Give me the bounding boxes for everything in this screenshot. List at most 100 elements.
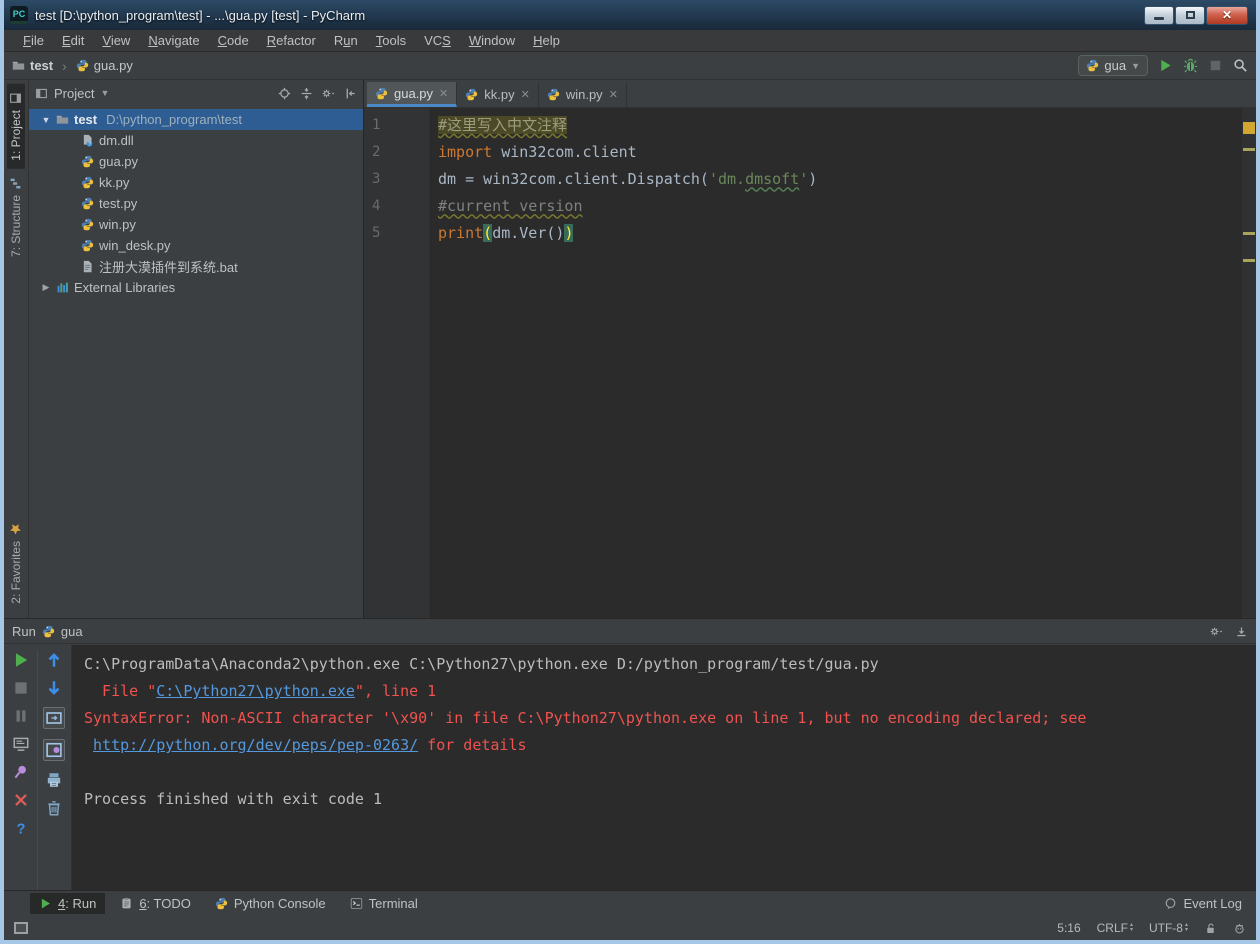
hide-panel-icon[interactable] [1235,625,1248,638]
help-button[interactable]: ? [12,819,30,837]
maximize-button[interactable] [1175,6,1205,25]
tree-file-row[interactable]: ?dm.dll [29,130,363,151]
editor-tab-kk.py[interactable]: kk.py✕ [457,82,539,107]
console-link[interactable]: C:\Python27\python.exe [156,682,355,700]
breadcrumb-item[interactable]: gua.py [76,58,133,73]
close-button[interactable]: ✕ [1206,6,1248,25]
updown-icon: ▴▾ [1130,923,1133,933]
collapse-all-icon[interactable] [300,87,313,100]
python-icon [215,897,228,910]
close-tab-icon[interactable]: ✕ [609,88,618,101]
code-text[interactable]: dm = win32com.client.Dispatch('dm.dmsoft… [430,170,817,188]
up-stack-trace-button[interactable] [45,651,63,669]
pageq-icon: ? [81,134,94,147]
warning-stripe-mark[interactable] [1243,232,1255,235]
minimize-button[interactable] [1144,6,1174,25]
soft-wrap-button[interactable] [43,739,65,761]
page-icon [81,260,94,273]
menu-help[interactable]: Help [524,31,569,50]
gear-icon[interactable] [322,87,335,100]
collapsed-arrow-icon[interactable]: ▶ [41,282,51,293]
stripe-structure[interactable]: 7: Structure [7,169,25,265]
warning-stripe-mark[interactable] [1243,259,1255,262]
line-ending-select[interactable]: CRLF▴▾ [1097,921,1133,935]
toolwindow-tab-terminal[interactable]: Terminal [341,893,427,914]
tree-external-libraries-row[interactable]: ▶External Libraries [29,277,363,298]
tree-file-row[interactable]: gua.py [29,151,363,172]
debug-button[interactable] [1183,58,1198,73]
print-button[interactable] [45,771,63,789]
menu-navigate[interactable]: Navigate [139,31,208,50]
tree-root-row[interactable]: ▼testD:\python_program\test [29,109,363,130]
code-editor[interactable]: 1#这里写入中文注释2import win32com.client3dm = w… [364,108,1242,618]
toolwindow-tab----run[interactable]: 4: Run [30,893,105,914]
stripe-favorites[interactable]: 2: Favorites [7,515,25,612]
menu-edit[interactable]: Edit [53,31,93,50]
close-tab-icon[interactable]: ✕ [439,87,448,100]
breadcrumb-item[interactable]: test [12,58,53,73]
down-stack-trace-button[interactable] [45,679,63,697]
tree-root-path: D:\python_program\test [106,112,242,127]
scroll-to-end-button[interactable] [43,707,65,729]
tree-file-row[interactable]: kk.py [29,172,363,193]
menu-tools[interactable]: Tools [367,31,415,50]
scroll-to-source-icon[interactable] [278,87,291,100]
expanded-arrow-icon[interactable]: ▼ [41,115,51,125]
toolwindow-tab----todo[interactable]: 6: TODO [111,893,200,914]
code-text[interactable]: import win32com.client [430,143,637,161]
project-view-select[interactable]: Project ▼ [35,86,109,101]
show-console-button[interactable] [12,735,30,753]
python-icon [465,88,478,101]
caret-position[interactable]: 5:16 [1057,921,1080,935]
gear-icon[interactable] [1210,625,1223,638]
code-segment: 'dm. [709,170,745,188]
maximize-icon [1186,11,1195,19]
error-stripe[interactable] [1242,108,1256,618]
menu-run[interactable]: Run [325,31,367,50]
code-text[interactable]: #这里写入中文注释 [430,114,567,135]
console-text: ", line 1 [355,682,436,700]
console-link[interactable]: http://python.org/dev/peps/pep-0263/ [93,736,418,754]
rerun-button[interactable] [12,651,30,669]
tool-window-toggle-icon[interactable] [14,922,28,934]
close-tab-icon[interactable]: ✕ [521,88,530,101]
menu-view[interactable]: View [93,31,139,50]
menu-code[interactable]: Code [209,31,258,50]
run-configuration-select[interactable]: gua ▼ [1078,55,1148,76]
menu-window[interactable]: Window [460,31,524,50]
project-icon [35,87,48,100]
tree-file-row[interactable]: 注册大漠插件到系统.bat [29,256,363,277]
pin-tab-button[interactable] [12,763,30,781]
menu-vcs[interactable]: VCS [415,31,460,50]
editor-tab-gua.py[interactable]: gua.py✕ [367,82,457,107]
readonly-lock-icon[interactable] [1204,922,1217,935]
inspection-status-icon[interactable] [1243,122,1255,134]
editor-tab-win.py[interactable]: win.py ✕ [539,82,627,107]
menu-bar: FileEditViewNavigateCodeRefactorRunTools… [4,30,1256,52]
code-segment: ) [564,224,573,242]
stop-button[interactable] [12,679,30,697]
hide-panel-icon[interactable] [344,87,357,100]
menu-file[interactable]: File [14,31,53,50]
close-panel-button[interactable] [12,791,30,809]
event-log-button[interactable]: Event Log [1164,896,1256,911]
stop-button[interactable] [1208,58,1223,73]
warning-stripe-mark[interactable] [1243,148,1255,151]
hector-inspector-icon[interactable] [1233,922,1246,935]
pause-output-button[interactable] [12,707,30,725]
encoding-select[interactable]: UTF-8▴▾ [1149,921,1188,935]
stripe-project[interactable]: 1: Project [7,84,25,169]
run-console[interactable]: C:\ProgramData\Anaconda2\python.exe C:\P… [72,645,1256,890]
tab-label: win.py [566,87,603,102]
tree-file-row[interactable]: test.py [29,193,363,214]
clear-all-button[interactable] [45,799,63,817]
toolwindow-tab-python-console[interactable]: Python Console [206,893,335,914]
run-button[interactable] [1158,58,1173,73]
code-text[interactable]: #current version [430,197,583,215]
tree-file-row[interactable]: win_desk.py [29,235,363,256]
tree-file-row[interactable]: win.py [29,214,363,235]
menu-refactor[interactable]: Refactor [258,31,325,50]
search-icon[interactable] [1233,58,1248,73]
code-text[interactable]: print(dm.Ver()) [430,224,573,242]
breadcrumb-label: gua.py [94,58,133,73]
